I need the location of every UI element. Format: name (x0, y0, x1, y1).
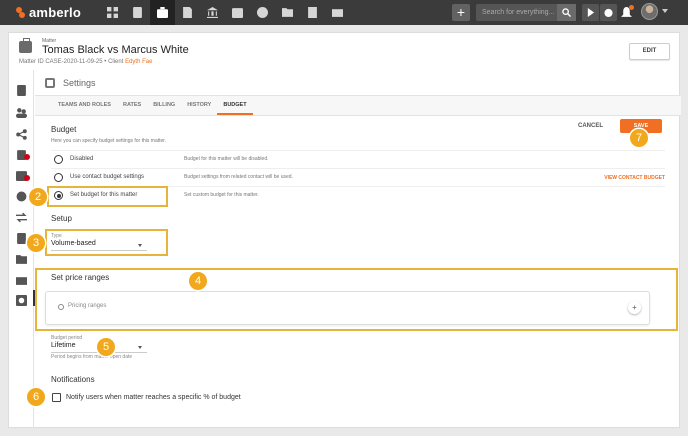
play-timer-icon[interactable] (582, 4, 599, 21)
highlight-type-select (45, 229, 168, 256)
notifications-bell-icon[interactable] (621, 5, 634, 18)
user-avatar[interactable] (641, 3, 658, 20)
view-contact-budget-link[interactable]: VIEW CONTACT BUDGET (604, 175, 665, 181)
folder-icon[interactable] (16, 252, 27, 264)
tasks-icon[interactable] (16, 147, 30, 160)
invoice-icon[interactable] (16, 231, 27, 244)
folder-icon[interactable] (275, 0, 300, 25)
calendar-icon[interactable] (225, 0, 250, 25)
tab-history[interactable]: HISTORY (181, 96, 217, 115)
briefcase-icon (19, 38, 32, 53)
settings-gear-icon (45, 78, 55, 88)
step-badge-2: 2 (29, 188, 47, 206)
tab-teams-and-roles[interactable]: TEAMS AND ROLES (52, 96, 117, 115)
events-icon[interactable] (16, 168, 30, 181)
budget-description: Here you can specify budget settings for… (51, 138, 167, 144)
tasks-badge (24, 154, 30, 160)
edit-button[interactable]: EDIT (629, 43, 670, 60)
option-description: Budget for this matter will be disabled. (184, 156, 269, 162)
contacts-icon[interactable] (125, 0, 150, 25)
team-icon[interactable] (16, 105, 27, 118)
search-icon[interactable] (557, 4, 576, 21)
settings-header: Settings (35, 70, 681, 96)
app-logo[interactable]: amberlo (16, 5, 94, 20)
add-button[interactable]: + (452, 4, 470, 21)
settings-title: Settings (63, 78, 96, 88)
settings-icon[interactable] (16, 293, 27, 306)
step-badge-4: 4 (189, 272, 207, 290)
client-link[interactable]: Edyth Fae (125, 59, 152, 65)
option-label: Use contact budget settings (70, 174, 145, 180)
budget-period-select[interactable]: Lifetime (51, 342, 76, 349)
time-entries-icon[interactable] (16, 189, 27, 202)
budget-title: Budget (51, 125, 77, 134)
notifications-title: Notifications (51, 375, 95, 384)
settings-tabs: TEAMS AND ROLES RATES BILLING HISTORY BU… (35, 96, 681, 116)
client-label: Client (108, 59, 124, 65)
highlight-price-ranges (35, 268, 678, 331)
matters-icon[interactable] (150, 0, 175, 25)
budget-option-contact[interactable]: Use contact budget settings Budget setti… (51, 168, 665, 185)
cancel-button[interactable]: CANCEL (578, 123, 603, 129)
tab-billing[interactable]: BILLING (147, 96, 181, 115)
stopwatch-icon[interactable] (600, 4, 617, 21)
matter-id-label: Matter ID (19, 59, 44, 65)
mail-icon[interactable] (16, 273, 27, 285)
budget-option-disabled[interactable]: Disabled Budget for this matter will be … (51, 150, 665, 167)
mail-icon[interactable] (325, 0, 350, 25)
radio-contact-budget[interactable] (54, 173, 63, 182)
share-icon[interactable] (16, 127, 27, 140)
events-badge (24, 175, 30, 181)
setup-title: Setup (51, 214, 72, 223)
step-badge-6: 6 (27, 388, 45, 406)
matter-meta: Matter ID CASE-2020-11-09-25 • Client Ed… (19, 59, 152, 65)
radio-disabled[interactable] (54, 155, 63, 164)
period-chevron-down-icon[interactable] (138, 346, 142, 349)
option-description: Budget settings from related contact wil… (184, 174, 293, 180)
user-menu-chevron-down-icon[interactable] (662, 9, 668, 13)
documents-icon[interactable] (175, 0, 200, 25)
budget-period-hint: Period begins from matter open date (51, 354, 133, 360)
step-badge-3: 3 (27, 234, 45, 252)
step-badge-7: 7 (630, 129, 648, 147)
option-description: Set custom budget for this matter. (184, 192, 259, 198)
meta-separator: • (104, 59, 107, 65)
app-name: amberlo (29, 5, 81, 20)
dashboard-icon[interactable] (100, 0, 125, 25)
amberlo-logo-icon (16, 7, 26, 18)
highlight-custom-budget (47, 186, 168, 207)
transfer-icon[interactable] (16, 210, 27, 223)
book-icon[interactable] (16, 83, 27, 96)
main-nav (100, 0, 350, 25)
matter-id: CASE-2020-11-09-25 (45, 59, 103, 65)
budget-period-label: Budget period (51, 335, 83, 341)
step-badge-5: 5 (97, 338, 115, 356)
time-icon[interactable] (250, 0, 275, 25)
option-label: Disabled (70, 156, 94, 162)
tab-budget[interactable]: BUDGET (217, 96, 253, 115)
matter-title: Tomas Black vs Marcus White (42, 44, 189, 56)
matter-header: Matter Tomas Black vs Marcus White Matte… (8, 32, 680, 70)
notify-checkbox[interactable] (52, 393, 61, 402)
forms-icon[interactable] (300, 0, 325, 25)
notify-checkbox-label[interactable]: Notify users when matter reaches a speci… (66, 394, 241, 401)
tab-rates[interactable]: RATES (117, 96, 147, 115)
billing-icon[interactable] (200, 0, 225, 25)
top-navigation-bar: amberlo + Search for everything... (0, 0, 688, 25)
